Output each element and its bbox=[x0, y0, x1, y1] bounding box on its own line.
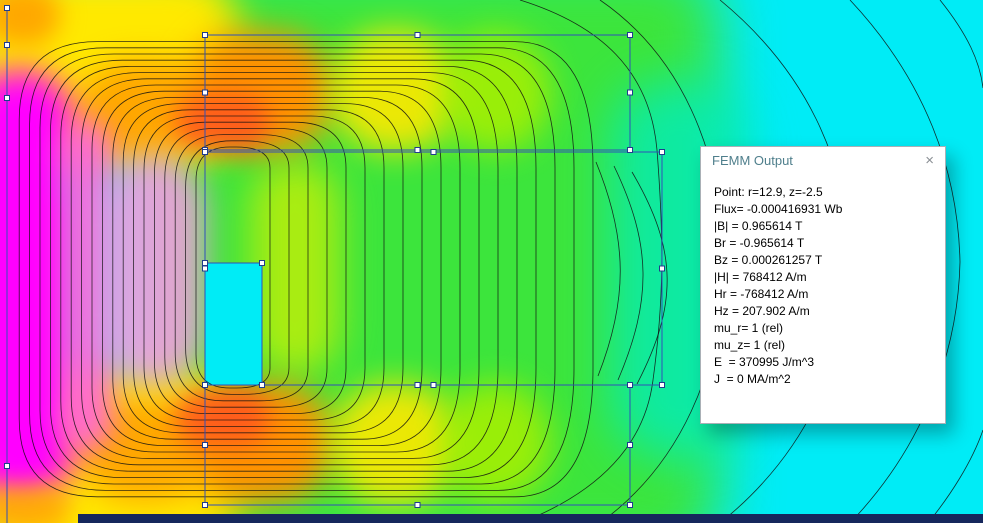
flux-line bbox=[29, 47, 575, 491]
vertex-handle[interactable] bbox=[659, 382, 665, 388]
flux-line bbox=[39, 53, 556, 485]
vertex-handle[interactable] bbox=[659, 149, 665, 155]
top-plate-outline[interactable] bbox=[204, 34, 631, 151]
bottom-plate-outline[interactable] bbox=[204, 384, 631, 506]
flux-line bbox=[91, 84, 461, 453]
vertex-handle[interactable] bbox=[627, 147, 633, 153]
output-line: J = 0 MA/m^2 bbox=[714, 372, 791, 386]
vertex-handle[interactable] bbox=[202, 32, 208, 38]
close-icon[interactable]: × bbox=[925, 147, 934, 174]
vertex-handle[interactable] bbox=[627, 89, 633, 96]
vertex-handle[interactable] bbox=[414, 32, 421, 38]
vertex-handle[interactable] bbox=[259, 382, 265, 388]
vertex-handle[interactable] bbox=[202, 89, 208, 96]
output-line: Bz = 0.000261257 T bbox=[714, 253, 823, 267]
vertex-handle[interactable] bbox=[414, 147, 421, 153]
vertex-handle[interactable] bbox=[627, 382, 633, 388]
output-line: Br = -0.965614 T bbox=[714, 236, 805, 250]
vertex-handle[interactable] bbox=[659, 265, 665, 272]
vertex-handle[interactable] bbox=[430, 149, 437, 155]
output-line: Hz = 207.902 A/m bbox=[714, 304, 810, 318]
vertex-handle[interactable] bbox=[202, 265, 208, 272]
vertex-handle[interactable] bbox=[414, 382, 421, 388]
output-line: Flux= -0.000416931 Wb bbox=[714, 202, 843, 216]
output-line: Hr = -768412 A/m bbox=[714, 287, 809, 301]
vertex-handle[interactable] bbox=[4, 95, 10, 101]
output-line: |H| = 768412 A/m bbox=[714, 270, 807, 284]
flux-line bbox=[102, 90, 442, 446]
output-line: mu_r= 1 (rel) bbox=[714, 321, 784, 335]
vertex-handle[interactable] bbox=[414, 502, 421, 508]
femm-output-window[interactable]: FEMM Output × Point: r=12.9, z=-2.5 Flux=… bbox=[700, 146, 946, 424]
coil-outline[interactable] bbox=[204, 151, 663, 386]
vertex-handle[interactable] bbox=[202, 260, 208, 266]
flux-line bbox=[519, 0, 663, 523]
flux-line bbox=[70, 72, 499, 466]
air-gap-block bbox=[205, 263, 262, 385]
flux-line bbox=[927, 429, 983, 523]
output-line: Point: r=12.9, z=-2.5 bbox=[714, 185, 823, 199]
vertex-handle[interactable] bbox=[627, 442, 633, 448]
vertex-handle[interactable] bbox=[4, 42, 10, 48]
window-titlebar[interactable]: FEMM Output × bbox=[701, 147, 945, 174]
vertex-handle[interactable] bbox=[202, 382, 208, 388]
window-frame-bottom bbox=[78, 514, 983, 523]
vertex-handle[interactable] bbox=[259, 260, 265, 266]
output-values: Point: r=12.9, z=-2.5 Flux= -0.000416931 … bbox=[701, 174, 945, 388]
vertex-handle[interactable] bbox=[430, 382, 437, 388]
output-line: |B| = 0.965614 T bbox=[714, 219, 803, 233]
flux-line bbox=[939, 0, 983, 89]
window-title: FEMM Output bbox=[712, 153, 793, 168]
flux-line bbox=[81, 78, 480, 459]
vertex-handle[interactable] bbox=[627, 502, 633, 508]
flux-line bbox=[595, 161, 621, 377]
vertex-handle[interactable] bbox=[627, 32, 633, 38]
vertex-handle[interactable] bbox=[202, 149, 208, 155]
vertex-handle[interactable] bbox=[202, 442, 208, 448]
flux-line bbox=[613, 165, 644, 381]
vertex-handle[interactable] bbox=[4, 463, 10, 469]
vertex-handle[interactable] bbox=[202, 502, 208, 508]
vertex-handle[interactable] bbox=[4, 5, 10, 11]
femm-canvas[interactable]: FEMM Output × Point: r=12.9, z=-2.5 Flux=… bbox=[0, 0, 983, 523]
output-line: E = 370995 J/m^3 bbox=[714, 355, 815, 369]
output-line: mu_z= 1 (rel) bbox=[714, 338, 786, 352]
